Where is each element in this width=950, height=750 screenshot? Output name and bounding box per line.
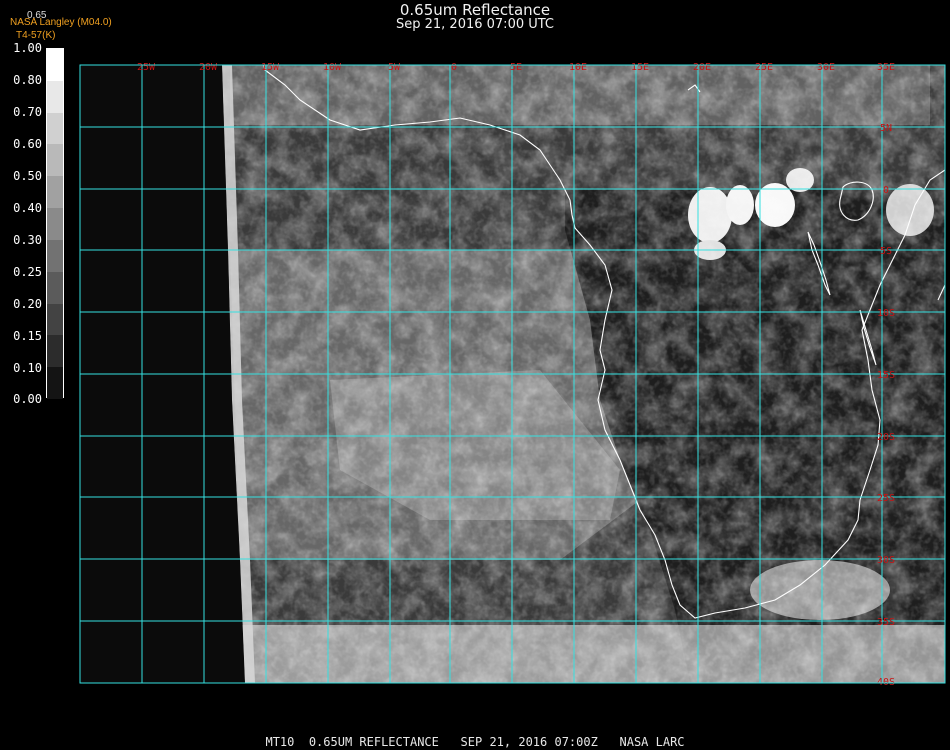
colorbar-band [47,335,63,368]
colorbar-band [47,271,63,304]
latitude-label: 20S [877,432,895,443]
colorbar-tick-label: 1.00 [13,41,42,55]
longitude-label: 10E [569,62,587,73]
longitude-label: 30E [817,62,835,73]
colorbar-band [47,303,63,336]
colorbar-band [47,144,63,177]
credit-sublabel: T4-57(K) [16,30,56,41]
longitude-label: 5E [510,62,522,73]
imagery-layer [222,65,945,683]
credit-label: NASA Langley (M04.0) [10,17,112,28]
latitude-label: 25S [877,493,895,504]
colorbar-tick-label: 0.50 [13,169,42,183]
longitude-label: 5W [388,62,401,73]
colorbar-tick-label: 0.60 [13,137,42,151]
longitude-label: 25W [137,62,156,73]
longitude-label: 15E [631,62,649,73]
longitude-label: 20W [199,62,218,73]
longitude-label: 10W [323,62,342,73]
longitude-label: 35E [877,62,895,73]
latitude-label: 5N [880,123,892,134]
colorbar-band [47,208,63,240]
longitude-label: 25E [755,62,773,73]
colorbar-tick-label: 0.40 [13,201,42,215]
colorbar-band [47,367,63,399]
colorbar [46,48,64,399]
latitude-label: 15S [877,370,895,381]
colorbar-tick-label: 0.15 [13,329,42,343]
footer-caption: MT10 0.65UM REFLECTANCE SEP 21, 2016 07:… [265,735,685,749]
satellite-map: 25W 20W 15W 10W 5W 0 5E 10E 15E 20E 25E 30E 35E 5N 0 5S… [79,62,946,688]
colorbar-tick-label: 0.10 [13,361,42,375]
colorbar-tick-label: 0.00 [13,392,42,406]
latitude-label: 10S [877,308,895,319]
colorbar-tick-label: 0.70 [13,105,42,119]
latitude-label: 0 [883,185,889,196]
colorbar-tick-label: 0.30 [13,233,42,247]
longitude-label: 15W [261,62,280,73]
latitude-label: 30S [877,555,895,566]
colorbar-tick-label: 0.20 [13,297,42,311]
colorbar-band [47,239,63,272]
colorbar-tick-label: 0.25 [13,265,42,279]
colorbar-tick-label: 0.80 [13,73,42,87]
colorbar-band [47,112,63,145]
longitude-label: 0 [451,62,457,73]
latitude-label: 35S [877,617,895,628]
colorbar-band [47,176,63,209]
timestamp-subtitle: Sep 21, 2016 07:00 UTC [395,17,555,32]
latitude-label: 5S [880,246,892,257]
colorbar-band [47,80,63,113]
longitude-label: 20E [693,62,711,73]
colorbar-band [47,49,63,81]
